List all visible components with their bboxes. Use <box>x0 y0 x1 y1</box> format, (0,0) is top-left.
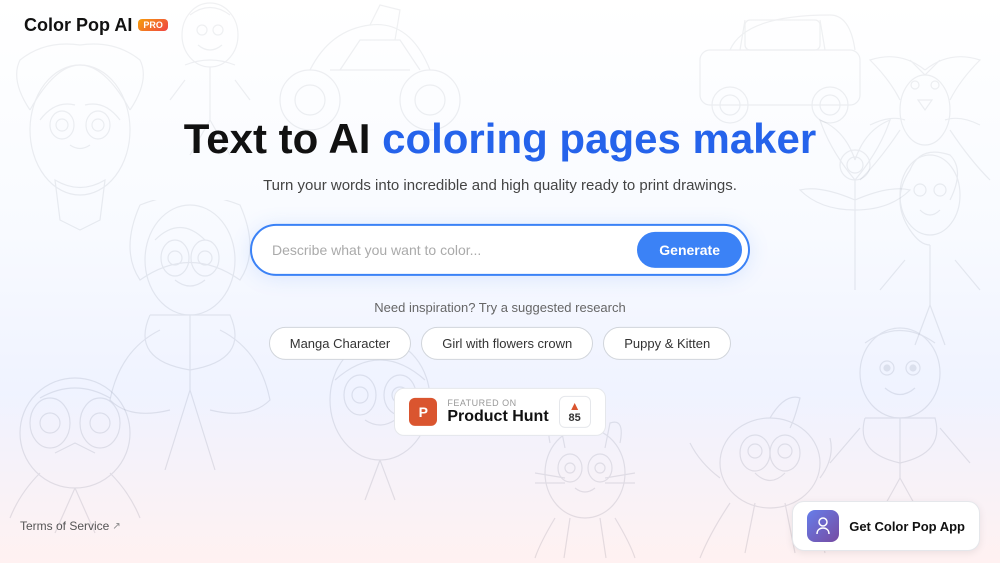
ph-featured-on: FEATURED ON <box>447 398 548 408</box>
get-app-text: Get Color Pop App <box>849 519 965 534</box>
logo-text: Color Pop AI <box>24 15 132 36</box>
ph-count: 85 <box>569 412 581 424</box>
tag-manga-character[interactable]: Manga Character <box>269 327 411 360</box>
suggestion-label: Need inspiration? Try a suggested resear… <box>140 300 860 315</box>
tag-puppy-kitten[interactable]: Puppy & Kitten <box>603 327 731 360</box>
headline: Text to AI coloring pages maker <box>140 114 860 162</box>
headline-part2: coloring pages maker <box>382 114 816 161</box>
app-icon <box>807 510 839 542</box>
search-input[interactable] <box>272 242 637 258</box>
ph-arrow-icon: ▲ <box>569 400 581 412</box>
suggestion-tags: Manga Character Girl with flowers crown … <box>140 327 860 360</box>
header: Color Pop AI PRO <box>0 0 1000 50</box>
terms-link[interactable]: Terms of Service ↗ <box>20 519 121 533</box>
ph-logo-icon: P <box>409 398 437 426</box>
footer: Terms of Service ↗ Get Color Pop App <box>0 501 1000 551</box>
ph-upvote[interactable]: ▲ 85 <box>559 396 591 428</box>
subtitle: Turn your words into incredible and high… <box>140 177 860 194</box>
pro-badge: PRO <box>138 19 168 31</box>
terms-text: Terms of Service <box>20 519 109 533</box>
headline-part1: Text to AI <box>184 114 382 161</box>
product-hunt-badge[interactable]: P FEATURED ON Product Hunt ▲ 85 <box>394 388 605 436</box>
tag-girl-flowers[interactable]: Girl with flowers crown <box>421 327 593 360</box>
logo-area[interactable]: Color Pop AI PRO <box>24 15 168 36</box>
ph-name: Product Hunt <box>447 408 548 426</box>
search-bar: Generate <box>250 224 750 276</box>
get-app-button[interactable]: Get Color Pop App <box>792 501 980 551</box>
external-link-icon: ↗ <box>112 521 120 532</box>
generate-button[interactable]: Generate <box>637 232 742 268</box>
